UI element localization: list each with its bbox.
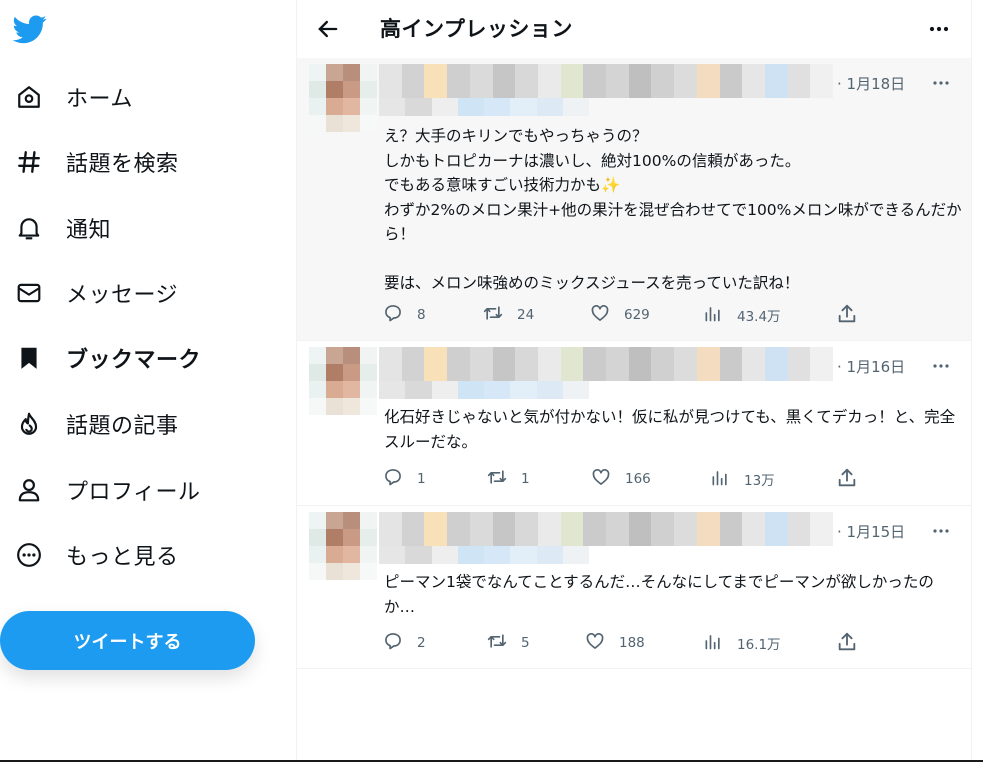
retweet-button[interactable]: 1: [487, 467, 530, 491]
retweet-icon: [487, 631, 507, 655]
reply-count: 2: [417, 635, 426, 651]
tweet-actions: 8 24 629 43.4万: [383, 303, 873, 327]
avatar[interactable]: [309, 64, 377, 132]
analytics-icon: [710, 467, 730, 491]
author-name-blurred[interactable]: [379, 64, 834, 98]
like-button[interactable]: 629: [590, 303, 650, 327]
like-count: 629: [624, 307, 650, 323]
nav-messages[interactable]: メッセージ: [0, 267, 260, 319]
tweet-date[interactable]: · 1月16日: [837, 356, 905, 377]
tweet-card[interactable]: · 1月16日 化石好きじゃないと気が付かない！仮に私が見つけても、黒くてデカっ…: [297, 341, 971, 506]
reply-icon: [383, 467, 403, 491]
heart-icon: [591, 467, 611, 491]
reply-icon: [383, 303, 403, 327]
reply-button[interactable]: 2: [383, 631, 426, 655]
tweet-date[interactable]: · 1月15日: [837, 521, 905, 542]
share-icon[interactable]: [836, 467, 860, 491]
bell-icon: [15, 214, 43, 242]
nav-messages-label: メッセージ: [66, 283, 179, 308]
author-name-blurred[interactable]: [379, 512, 834, 546]
nav-topics[interactable]: 話題の記事: [0, 398, 260, 450]
view-count: 43.4万: [737, 309, 781, 325]
view-count: 16.1万: [737, 637, 781, 653]
tweet-button[interactable]: ツイートする: [0, 611, 255, 670]
nav-more[interactable]: もっと見る: [0, 529, 260, 581]
view-count: 13万: [744, 473, 775, 489]
nav-notifications-label: 通知: [66, 218, 112, 243]
nav-explore-label: 話題を検索: [66, 152, 179, 177]
tweet-date[interactable]: · 1月18日: [837, 73, 905, 94]
nav-bookmarks-label: ブックマーク: [66, 348, 202, 373]
share-icon[interactable]: [836, 631, 860, 655]
page-title: 高インプレッション: [380, 17, 573, 41]
hashtag-icon: [15, 148, 43, 176]
person-icon: [15, 476, 43, 504]
like-count: 166: [625, 471, 651, 487]
home-icon: [15, 83, 43, 111]
nav-home[interactable]: ホーム: [0, 71, 260, 123]
twitter-bird-icon[interactable]: [12, 12, 47, 46]
more-circle-icon: [15, 541, 43, 569]
more-horizontal-icon[interactable]: [929, 354, 953, 378]
views-button[interactable]: 16.1万: [703, 631, 781, 655]
nav-notifications[interactable]: 通知: [0, 202, 260, 254]
tweet-actions: 2 5 188 16.1万: [383, 631, 873, 655]
arrow-left-icon[interactable]: [314, 15, 342, 43]
like-button[interactable]: 166: [591, 467, 651, 491]
nav-home-label: ホーム: [66, 87, 133, 112]
nav-topics-label: 話題の記事: [66, 414, 179, 439]
views-button[interactable]: 43.4万: [703, 303, 781, 327]
author-handle-blurred: [379, 546, 589, 564]
tweet-text: ピーマン1袋でなんてことするんだ…そんなにしてまでピーマンが欲しかったのか…: [384, 573, 934, 616]
retweet-count: 5: [521, 635, 530, 651]
retweet-icon: [483, 303, 503, 327]
retweet-count: 24: [517, 307, 535, 323]
tweet-card[interactable]: · 1月15日 ピーマン1袋でなんてことするんだ…そんなにしてまでピーマンが欲し…: [297, 506, 971, 669]
tweet-card[interactable]: · 1月18日 え？大手のキリンでもやっちゃうの？ しかもトロピカーナは濃いし、…: [297, 58, 971, 341]
mail-icon: [15, 279, 43, 307]
tweet-text: え？大手のキリンでもやっちゃうの？ しかもトロピカーナは濃いし、絶対100%の信…: [384, 127, 962, 292]
reply-count: 1: [417, 471, 426, 487]
nav-profile[interactable]: プロフィール: [0, 464, 260, 516]
author-name-blurred[interactable]: [379, 347, 834, 381]
nav-more-label: もっと見る: [66, 545, 179, 570]
avatar[interactable]: [309, 347, 377, 415]
analytics-icon: [703, 631, 723, 655]
share-icon[interactable]: [836, 303, 860, 327]
sidebar: ホーム 話題を検索 通知 メッセージ ブックマーク 話題の記事 プロフィール も…: [0, 0, 296, 762]
retweet-count: 1: [521, 471, 530, 487]
heart-icon: [590, 303, 610, 327]
nav-explore[interactable]: 話題を検索: [0, 136, 260, 188]
author-handle-blurred: [379, 381, 589, 399]
avatar[interactable]: [309, 512, 377, 580]
reply-count: 8: [417, 307, 426, 323]
author-handle-blurred: [379, 98, 589, 116]
analytics-icon: [703, 303, 723, 327]
more-horizontal-icon[interactable]: [925, 15, 953, 43]
reply-button[interactable]: 1: [383, 467, 426, 491]
tweet-text: 化石好きじゃないと気が付かない！仮に私が見つけても、黒くてデカっ！と、完全スルー…: [384, 408, 956, 451]
main-column: 高インプレッション · 1月18日 え？大手のキリンでもやっちゃうの？ しかもト…: [296, 0, 972, 762]
flame-icon: [15, 410, 43, 438]
like-button[interactable]: 188: [585, 631, 645, 655]
more-horizontal-icon[interactable]: [929, 71, 953, 95]
like-count: 188: [619, 635, 645, 651]
retweet-button[interactable]: 24: [483, 303, 534, 327]
retweet-button[interactable]: 5: [487, 631, 530, 655]
views-button[interactable]: 13万: [710, 467, 775, 491]
retweet-icon: [487, 467, 507, 491]
page-header: 高インプレッション: [297, 0, 971, 58]
reply-button[interactable]: 8: [383, 303, 426, 327]
nav-profile-label: プロフィール: [66, 480, 201, 505]
nav-bookmarks[interactable]: ブックマーク: [0, 332, 260, 384]
heart-icon: [585, 631, 605, 655]
reply-icon: [383, 631, 403, 655]
more-horizontal-icon[interactable]: [929, 519, 953, 543]
tweet-actions: 1 1 166 13万: [383, 467, 873, 491]
bookmark-icon: [15, 344, 43, 372]
